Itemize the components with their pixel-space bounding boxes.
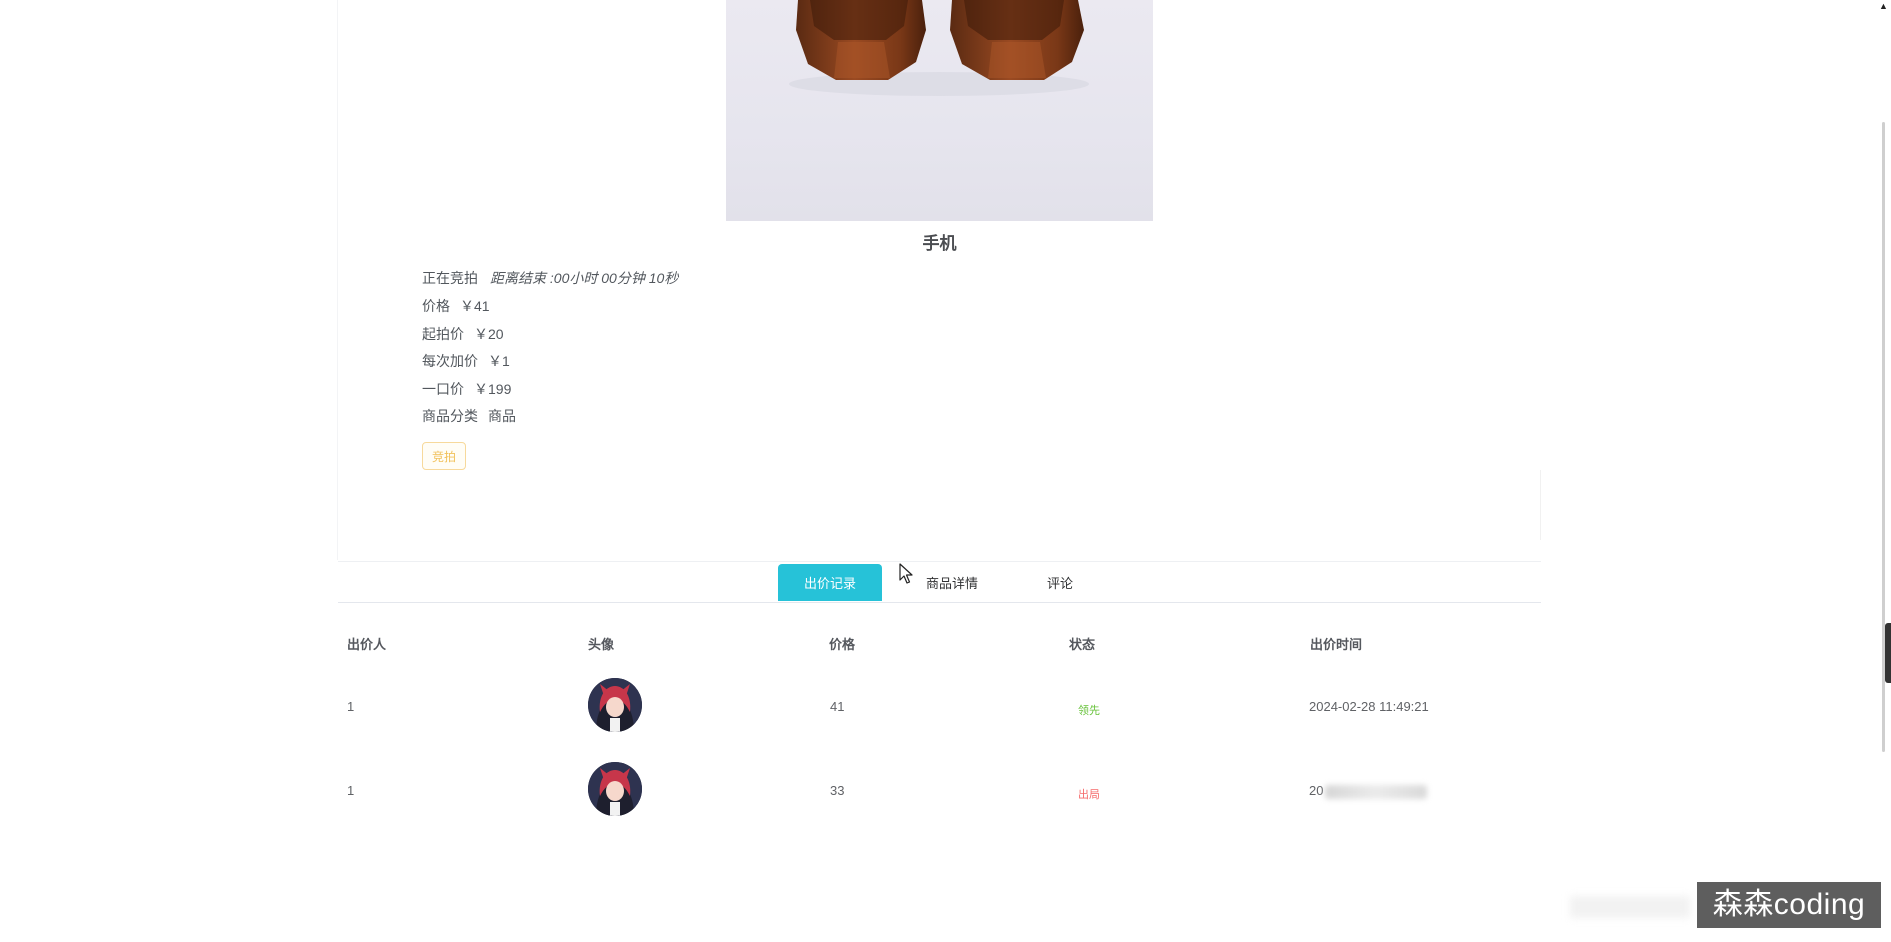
product-title: 手机: [922, 234, 957, 253]
buyout-value: ￥199: [474, 381, 512, 397]
increment-value: ￥1: [488, 353, 510, 369]
column-header-status: 状态: [1069, 637, 1096, 652]
cursor-arrow-icon: [899, 563, 915, 590]
bid-button[interactable]: 竞拍: [422, 442, 466, 470]
price-value: ￥41: [460, 298, 490, 314]
buyout-row: 一口价 ￥199: [422, 379, 511, 399]
increment-row: 每次加价 ￥1: [422, 351, 510, 371]
start-price-value: ￥20: [474, 326, 504, 342]
category-row: 商品分类 商品: [422, 406, 516, 426]
watermark-shadow: [1570, 896, 1690, 918]
scroll-up-arrow-icon[interactable]: ▲: [1879, 2, 1888, 11]
auction-status-row: 正在竞拍 距离结束 :00小时 00分钟 10秒: [422, 268, 678, 288]
status-badge: 领先: [1078, 705, 1100, 717]
bidder-cell: 1: [347, 783, 355, 798]
blurred-region: [1325, 784, 1428, 799]
tab-product-details[interactable]: 商品详情: [900, 563, 1004, 601]
bid-time-cell: 2024-02-28 11:49:21: [1309, 699, 1429, 714]
countdown-timer: 距离结束 :00小时 00分钟 10秒: [490, 270, 679, 286]
avatar: [588, 762, 642, 816]
column-header-bidder: 出价人: [347, 637, 387, 652]
scrollbar-thumb-secondary[interactable]: [1885, 623, 1891, 683]
start-price-label: 起拍价: [422, 326, 464, 342]
price-cell: 33: [830, 783, 845, 798]
tab-bid-records[interactable]: 出价记录: [778, 564, 882, 601]
category-value: 商品: [488, 408, 516, 424]
buyout-label: 一口价: [422, 381, 464, 397]
increment-label: 每次加价: [422, 353, 478, 369]
start-price-row: 起拍价 ￥20: [422, 324, 504, 344]
price-cell: 41: [830, 699, 845, 714]
bid-time-cell: 20: [1309, 783, 1428, 799]
product-image: [726, 0, 1153, 221]
avatar: [588, 678, 642, 732]
column-header-avatar: 头像: [588, 637, 615, 652]
tab-comments[interactable]: 评论: [1030, 563, 1090, 601]
watermark: 森森coding: [1697, 882, 1881, 928]
price-row: 价格 ￥41: [422, 296, 490, 316]
content-card-border: [337, 0, 338, 560]
bid-time-text: 20: [1309, 783, 1324, 798]
category-label: 商品分类: [422, 408, 478, 424]
content-card-border-right: [1540, 470, 1541, 540]
auction-status: 正在竞拍: [422, 270, 478, 286]
status-badge: 出局: [1078, 789, 1100, 801]
price-label: 价格: [422, 298, 450, 314]
column-header-price: 价格: [829, 637, 856, 652]
column-header-time: 出价时间: [1310, 637, 1363, 652]
bidder-cell: 1: [347, 699, 355, 714]
